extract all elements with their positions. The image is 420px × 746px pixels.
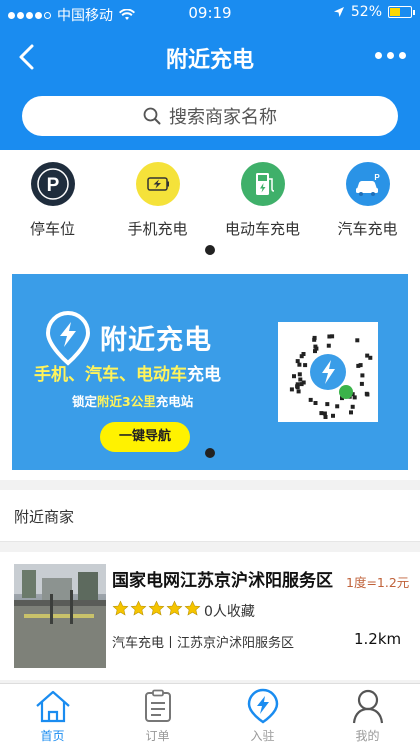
merchant-list-item[interactable]: 国家电网江苏京沪沭阳服务区 1度=1.2元 0人收藏 汽车充电丨江苏京沪沭阳服务… <box>0 552 420 680</box>
banner-carousel: 附近充电 手机、汽车、电动车充电 锁定附近3公里充电站 一键导航 <box>0 262 420 480</box>
navbar: 附近充电 <box>0 28 420 86</box>
more-menu-icon[interactable] <box>375 52 406 59</box>
tab-label: 首页 <box>40 729 65 743</box>
join-icon <box>247 688 278 724</box>
charge-pin-logo-icon <box>45 310 91 366</box>
rating-stars <box>112 600 201 617</box>
battery-percent: 52% <box>350 4 382 20</box>
star-icon <box>184 600 201 616</box>
tab-label: 入驻 <box>250 729 275 743</box>
star-icon <box>148 600 165 616</box>
tab-join[interactable]: 入驻 <box>210 688 315 744</box>
category-phone-charge[interactable]: 手机充电 <box>105 162 210 239</box>
search-bar-area: 搜索商家名称 <box>0 86 420 150</box>
search-placeholder: 搜索商家名称 <box>169 107 277 128</box>
merchant-distance: 1.2km <box>354 630 402 648</box>
search-icon <box>143 107 161 125</box>
promo-banner[interactable]: 附近充电 手机、汽车、电动车充电 锁定附近3公里充电站 一键导航 <box>12 274 408 470</box>
category-pager-dot <box>205 245 215 255</box>
order-icon <box>144 689 171 722</box>
category-ev-charge[interactable]: 电动车充电 <box>210 162 315 239</box>
merchant-price: 1度=1.2元 <box>346 575 410 590</box>
category-parking[interactable]: P 停车位 <box>0 162 105 239</box>
search-input[interactable]: 搜索商家名称 <box>22 96 398 136</box>
star-icon <box>166 600 183 616</box>
parking-icon: P <box>30 162 75 206</box>
banner-title: 附近充电 <box>100 325 212 356</box>
nearby-section-header: 附近商家 <box>0 490 420 542</box>
phone-charge-icon <box>135 162 180 206</box>
merchant-name: 国家电网江苏京沪沭阳服务区 <box>112 571 333 591</box>
star-icon <box>112 600 129 616</box>
location-arrow-icon <box>333 7 344 17</box>
tab-profile[interactable]: 我的 <box>315 688 420 744</box>
category-label: 汽车充电 <box>337 220 398 238</box>
tab-label: 订单 <box>145 729 170 743</box>
qr-code <box>278 322 378 422</box>
svg-text:P: P <box>46 175 59 196</box>
navigate-button[interactable]: 一键导航 <box>100 422 190 452</box>
tab-home[interactable]: 首页 <box>0 688 105 744</box>
section-title: 附近商家 <box>14 508 75 526</box>
banner-tagline: 锁定附近3公里充电站 <box>72 394 194 409</box>
merchant-description: 汽车充电丨江苏京沪沭阳服务区 <box>112 636 295 651</box>
star-icon <box>130 600 147 616</box>
merchant-photo <box>14 564 106 668</box>
profile-icon <box>352 689 383 724</box>
category-grid: P 停车位 手机充电 电动车充电 P 汽车充电 <box>0 150 420 262</box>
favorites-count: 0人收藏 <box>204 604 255 620</box>
category-label: 电动车充电 <box>224 220 300 238</box>
ev-charge-icon <box>240 162 285 206</box>
car-charge-icon: P <box>345 162 390 206</box>
banner-pager-dot <box>205 448 215 458</box>
category-label: 停车位 <box>29 220 75 238</box>
page-title: 附近充电 <box>165 48 254 73</box>
svg-text:P: P <box>374 173 380 182</box>
battery-icon <box>388 6 415 18</box>
category-car-charge[interactable]: P 汽车充电 <box>315 162 420 239</box>
tab-orders[interactable]: 订单 <box>105 688 210 744</box>
home-icon <box>35 690 70 723</box>
status-bar: 中国移动 09:19 52% <box>0 0 420 28</box>
bottom-tab-bar: 首页 订单 入驻 我的 <box>0 683 420 746</box>
banner-subtitle: 手机、汽车、电动车充电 <box>34 365 221 385</box>
category-label: 手机充电 <box>127 220 188 238</box>
tab-label: 我的 <box>355 729 380 743</box>
